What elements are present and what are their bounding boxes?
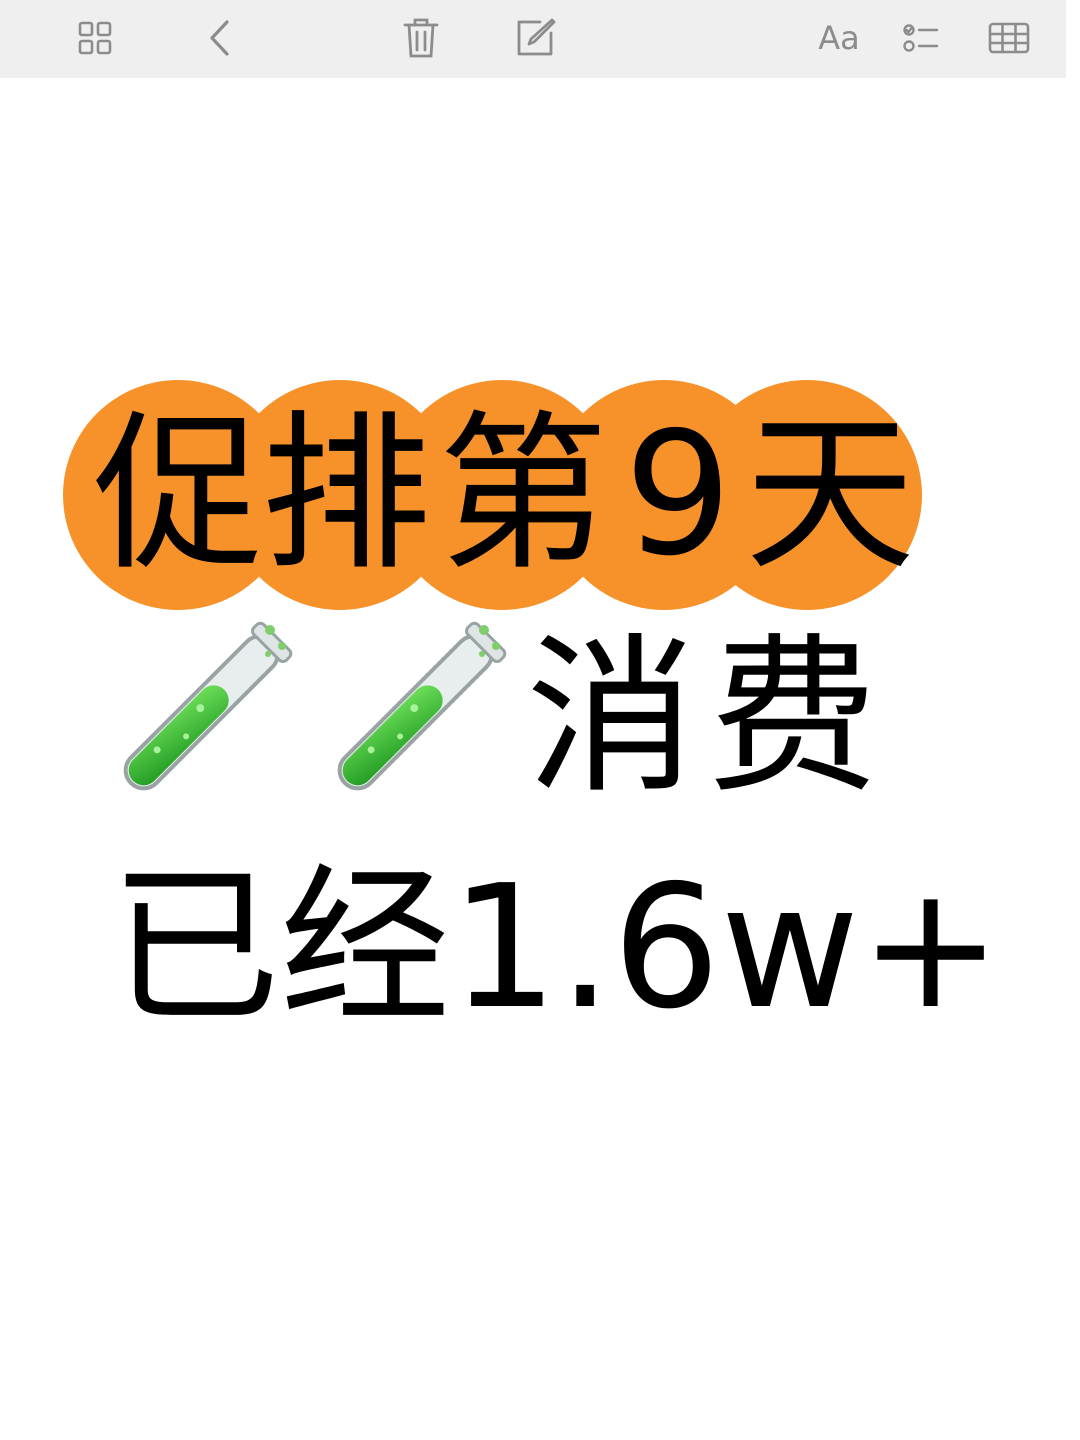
test-tube-icon [96, 618, 296, 818]
edit-button[interactable] [508, 12, 562, 64]
consumption-line: 消费 [96, 618, 996, 818]
title-char: 第 [438, 396, 609, 594]
consumption-amount: 已经1.6w+ [110, 849, 1002, 1047]
grid-view-button[interactable] [68, 12, 122, 64]
grid-icon [78, 21, 112, 55]
note-content[interactable]: 促 排 第 9 天 消费 已经1.6w+ [0, 78, 1080, 1440]
note-toolbar: Aa [0, 0, 1066, 78]
title-char: 排 [261, 396, 432, 594]
checklist-button[interactable] [894, 12, 948, 64]
back-chevron-icon [207, 19, 233, 57]
text-format-icon: Aa [818, 19, 860, 57]
text-format-button[interactable]: Aa [812, 12, 866, 64]
back-button[interactable] [193, 12, 247, 64]
title-char: 9 [623, 396, 733, 594]
table-button[interactable] [982, 12, 1036, 64]
title-char: 天 [745, 396, 916, 594]
title-char: 促 [93, 396, 264, 594]
highlighted-title: 促 排 第 9 天 [63, 380, 943, 610]
consumption-label: 消费 [526, 619, 891, 817]
delete-button[interactable] [394, 12, 448, 64]
checklist-icon [903, 23, 939, 53]
table-icon [988, 22, 1030, 54]
edit-icon [514, 17, 556, 59]
trash-icon [403, 17, 439, 59]
test-tube-icon [310, 618, 510, 818]
